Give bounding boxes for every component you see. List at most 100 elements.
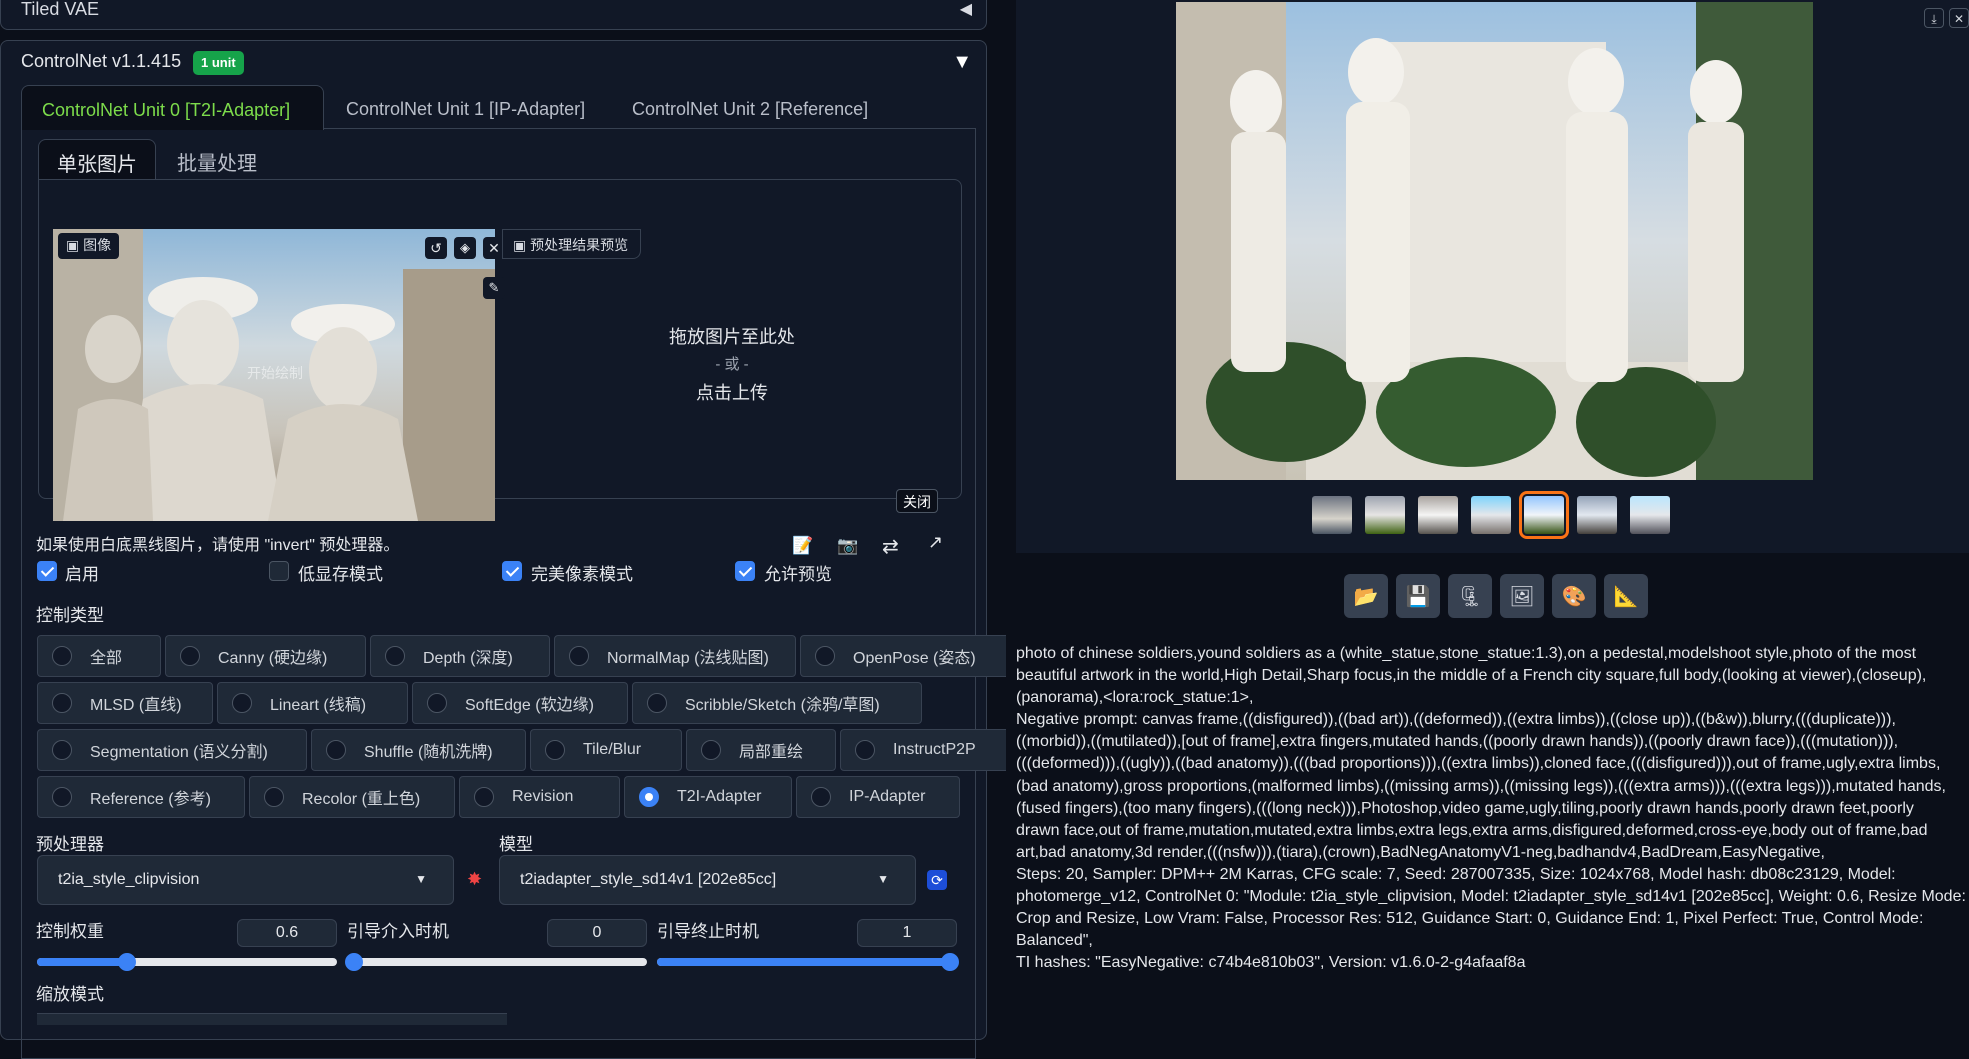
allow-preview-checkbox[interactable] <box>735 561 755 581</box>
preprocessor-label: 预处理器 <box>36 835 104 854</box>
preview-label-text: 预处理结果预览 <box>530 237 629 253</box>
camera-icon[interactable]: 📷 <box>837 536 858 556</box>
model-select[interactable]: t2iadapter_style_sd14v1 [202e85cc] ▼ <box>499 855 916 905</box>
tiled-vae-label: Tiled VAE <box>21 0 100 19</box>
allow-preview-label: 允许预览 <box>764 565 832 584</box>
radio-t2i-adapter[interactable]: T2I-Adapter <box>624 776 792 818</box>
folder-icon[interactable]: 📂 <box>1344 574 1388 618</box>
tab-unit-2[interactable]: ControlNet Unit 2 [Reference] <box>632 99 868 120</box>
guidance-end-slider[interactable] <box>657 953 959 971</box>
gallery-thumbnail[interactable] <box>1471 496 1511 534</box>
download-icon[interactable]: ⤓ <box>1924 8 1944 28</box>
gallery-thumbnail[interactable] <box>1312 496 1352 534</box>
preprocessor-select[interactable]: t2ia_style_clipvision ▼ <box>37 855 454 905</box>
send-to-img2img-icon[interactable]: 🖼 <box>1500 574 1544 618</box>
guidance-start-input[interactable]: 0 <box>547 919 647 947</box>
gallery-thumbnail[interactable] <box>1577 496 1617 534</box>
weight-slider[interactable] <box>37 953 337 971</box>
gallery-thumbnail[interactable] <box>1418 496 1458 534</box>
input-image[interactable]: 开始绘制 <box>53 229 495 521</box>
guidance-start-slider-handle[interactable] <box>345 953 363 971</box>
upload-text: 点击上传 <box>696 383 768 403</box>
undo-icon[interactable]: ↺ <box>425 237 447 259</box>
close-preview-button[interactable]: 关闭 <box>896 489 938 513</box>
guidance-end-input[interactable]: 1 <box>857 919 957 947</box>
zip-icon[interactable]: 🗜 <box>1448 574 1492 618</box>
guidance-end-slider-handle[interactable] <box>941 953 959 971</box>
notepad-icon[interactable]: 📝 <box>792 536 813 556</box>
radio-circle <box>52 646 72 666</box>
radio-softedge[interactable]: SoftEdge (软边缘) <box>412 682 628 724</box>
eraser-icon[interactable]: ◈ <box>454 237 476 259</box>
drop-text: 拖放图片至此处 <box>669 327 795 347</box>
run-preprocessor-icon[interactable]: ✸ <box>467 869 482 890</box>
radio-canny[interactable]: Canny (硬边缘) <box>165 635 366 677</box>
unit-count-badge: 1 unit <box>193 51 244 75</box>
image-icon: ▣ <box>513 237 527 253</box>
radio-revision[interactable]: Revision <box>459 776 620 818</box>
radio-circle <box>855 740 875 760</box>
tab-single-image-label: 单张图片 <box>57 154 137 176</box>
guidance-end-label: 引导终止时机 <box>657 922 759 941</box>
pixel-perfect-checkbox[interactable] <box>502 561 522 581</box>
close-icon[interactable]: ✕ <box>1949 8 1969 28</box>
radio-depth[interactable]: Depth (深度) <box>370 635 550 677</box>
radio-circle <box>701 740 721 760</box>
radio-reference[interactable]: Reference (参考) <box>37 776 245 818</box>
radio-normalmap[interactable]: NormalMap (法线贴图) <box>554 635 796 677</box>
radio-shuffle[interactable]: Shuffle (随机洗牌) <box>311 729 526 771</box>
radio-label: Recolor (重上色) <box>302 791 421 808</box>
collapse-arrow-icon[interactable]: ◀ <box>960 0 972 19</box>
gallery-thumbnail-selected[interactable] <box>1519 491 1569 539</box>
tab-unit-0[interactable]: ControlNet Unit 0 [T2I-Adapter] <box>21 85 324 130</box>
control-type-label: 控制类型 <box>36 606 104 625</box>
radio-label: Reference (参考) <box>90 791 211 808</box>
radio-tile[interactable]: Tile/Blur <box>530 729 682 771</box>
low-vram-checkbox[interactable] <box>269 561 289 581</box>
radio-recolor[interactable]: Recolor (重上色) <box>249 776 455 818</box>
tab-batch[interactable]: 批量处理 <box>177 147 257 176</box>
guidance-start-slider[interactable] <box>345 953 647 971</box>
controlnet-title: ControlNet v1.1.415 <box>21 51 182 71</box>
radio-inpaint[interactable]: 局部重绘 <box>686 729 836 771</box>
gallery-thumbnail[interactable] <box>1630 496 1670 534</box>
radio-instructp2p[interactable]: InstructP2P <box>840 729 1012 771</box>
tiled-vae-accordion[interactable]: Tiled VAE ◀ <box>0 0 987 30</box>
weight-slider-handle[interactable] <box>118 953 136 971</box>
tab-unit-1[interactable]: ControlNet Unit 1 [IP-Adapter] <box>346 99 585 120</box>
weight-input[interactable]: 0.6 <box>237 919 337 947</box>
low-vram-label: 低显存模式 <box>298 565 383 584</box>
radio-label: 全部 <box>90 650 123 667</box>
radio-ip-adapter[interactable]: IP-Adapter <box>796 776 960 818</box>
output-image[interactable] <box>1176 2 1813 480</box>
tab-single-image[interactable]: 单张图片 <box>38 139 156 179</box>
radio-all[interactable]: 全部 <box>37 635 161 677</box>
resize-mode-options[interactable] <box>37 1013 507 1025</box>
radio-segmentation[interactable]: Segmentation (语义分割) <box>37 729 307 771</box>
save-icon[interactable]: 💾 <box>1396 574 1440 618</box>
radio-circle <box>815 646 835 666</box>
radio-mlsd[interactable]: MLSD (直线) <box>37 682 213 724</box>
gallery-thumbnail[interactable] <box>1365 496 1405 534</box>
radio-lineart[interactable]: Lineart (线稿) <box>217 682 408 724</box>
radio-openpose[interactable]: OpenPose (姿态) <box>800 635 1011 677</box>
radio-label: NormalMap (法线贴图) <box>607 650 769 667</box>
enable-checkbox[interactable] <box>37 561 57 581</box>
collapse-icon[interactable]: ▼ <box>952 51 972 74</box>
send-to-inpaint-icon[interactable]: 🎨 <box>1552 574 1596 618</box>
pixel-perfect-label: 完美像素模式 <box>531 565 633 584</box>
refresh-models-icon[interactable]: ⟳ <box>927 870 947 890</box>
weight-slider-fill <box>37 958 127 966</box>
preprocessor-value: t2ia_style_clipvision <box>58 871 200 888</box>
image-icon: ▣ <box>66 237 80 253</box>
left-panel: Tiled VAE ◀ ControlNet v1.1.415 1 unit ▼… <box>0 0 1012 1059</box>
radio-scribble[interactable]: Scribble/Sketch (涂鸦/草图) <box>632 682 922 724</box>
preview-dropzone[interactable]: 拖放图片至此处 - 或 - 点击上传 <box>502 259 962 499</box>
send-dimensions-icon[interactable]: ↗ <box>928 532 943 553</box>
swap-icon[interactable]: ⇄ <box>882 534 899 559</box>
invert-hint: 如果使用白底黑线图片，请使用 "invert" 预处理器。 <box>36 537 400 554</box>
radio-circle <box>180 646 200 666</box>
send-to-extras-icon[interactable]: 📐 <box>1604 574 1648 618</box>
guidance-start-label: 引导介入时机 <box>347 922 449 941</box>
radio-label: 局部重绘 <box>739 744 804 761</box>
